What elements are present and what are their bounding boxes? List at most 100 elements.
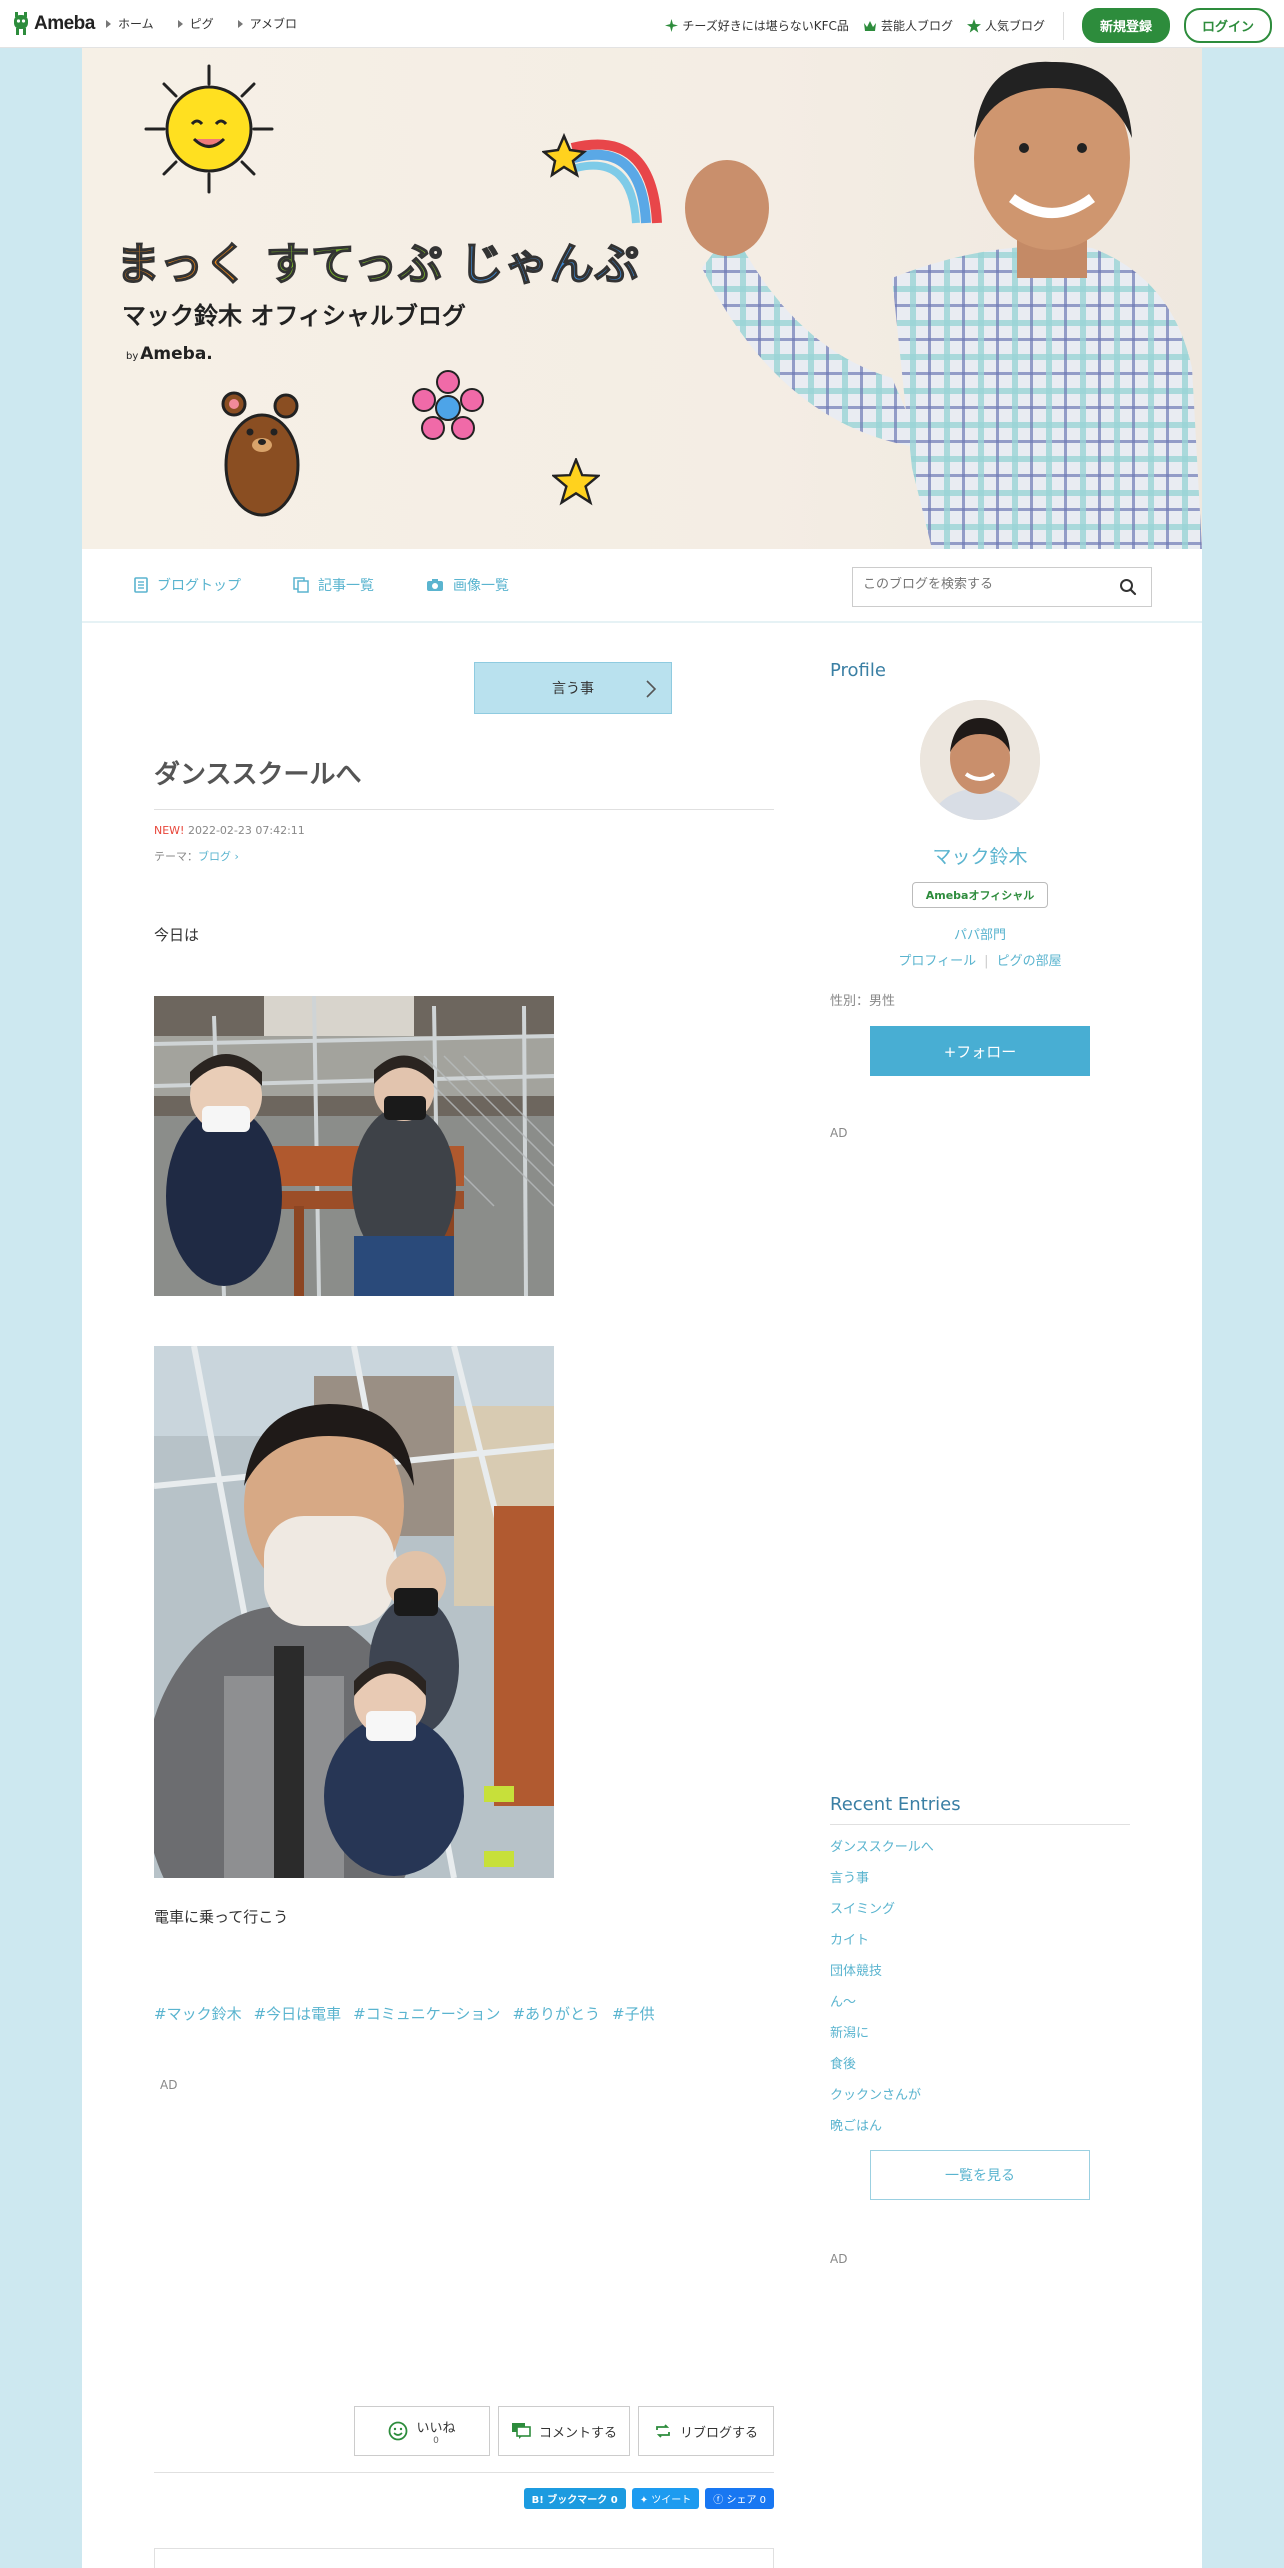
search-icon[interactable] [1119, 578, 1137, 596]
ameba-logo[interactable]: Ameba [12, 10, 95, 38]
ameba-mascot-icon [14, 12, 28, 35]
facebook-share-button[interactable]: ⓕ シェア 0 [705, 2488, 774, 2509]
banner-by: by [126, 351, 139, 362]
login-button[interactable]: ログイン [1183, 8, 1272, 43]
blog-top-link[interactable]: ブログトップ [134, 575, 241, 595]
image-list-label: 画像一覧 [453, 578, 509, 594]
flower-illustration [412, 370, 484, 440]
recent-entry-link[interactable]: ん〜 [830, 1993, 934, 2024]
article-theme: テーマ：ブログ › [154, 848, 239, 864]
hashtag-list: #マック鈴木 #今日は電車 #コミュニケーション #ありがとう #子供 [154, 2003, 655, 2024]
theme-nav-button[interactable]: 言う事 [474, 662, 672, 714]
smile-icon [389, 2421, 408, 2441]
ad-label: AD [160, 2078, 178, 2092]
profile-category-link[interactable]: パパ部門 [830, 924, 1130, 943]
banner-title-part2: すてっぷ [265, 238, 444, 291]
nav-home[interactable]: ホーム [106, 15, 154, 32]
hashtag-link[interactable]: #マック鈴木 [154, 2003, 242, 2024]
profile-gender: 性別：男性 [830, 994, 896, 1009]
tweet-button[interactable]: ✦ ツイート [631, 2488, 700, 2509]
banner-subtitle: マック鈴木 オフィシャルブログ [122, 302, 466, 330]
sun-illustration [144, 64, 274, 194]
shooting-star-illustration [542, 132, 662, 224]
crown-icon [863, 20, 876, 31]
banner-title-part1: まっく [115, 238, 250, 291]
copy-icon [293, 577, 309, 593]
triangle-right-icon [237, 19, 243, 28]
profile-link[interactable]: プロフィール [898, 954, 976, 969]
follow-button[interactable]: +フォロー [870, 1026, 1090, 1076]
nav-pig-label: ピグ [189, 17, 214, 31]
article-title[interactable]: ダンススクールへ [154, 754, 774, 810]
profile-avatar[interactable] [920, 700, 1040, 820]
like-button[interactable]: いいね 0 [354, 2406, 490, 2456]
tweet-label: ツイート [651, 2495, 692, 2506]
blog-banner[interactable]: まっく すてっぷ じゃんぷ マック鈴木 オフィシャルブログ by Ameba. [82, 48, 1202, 549]
chevron-right-icon [646, 680, 657, 698]
recent-entry-link[interactable]: 晩ごはん [830, 2117, 934, 2148]
facebook-icon: ⓕ [713, 2495, 727, 2506]
blog-search-input[interactable] [863, 577, 1103, 592]
author-photo [685, 61, 1202, 549]
link-separator: | [984, 954, 989, 969]
new-badge: NEW! [154, 824, 185, 837]
article-photo-2[interactable] [154, 1346, 554, 1878]
hatena-bookmark-button[interactable]: B! ブックマーク 0 [523, 2488, 626, 2509]
divider [154, 2472, 774, 2473]
signup-button[interactable]: 新規登録 [1081, 8, 1170, 43]
nav-home-label: ホーム [118, 17, 154, 31]
bear-illustration [221, 391, 300, 517]
recent-entries-list: ダンススクールへ 言う事 スイミング カイト 団体競技 ん〜 新潟に 食後 クッ… [830, 1838, 934, 2148]
reblog-button[interactable]: リブログする [638, 2406, 774, 2456]
reblog-label: リブログする [679, 2425, 758, 2441]
profile-heading: Profile [830, 660, 886, 681]
comment-box [154, 2548, 774, 2568]
theme-nav-label: 言う事 [552, 681, 594, 697]
entry-list-label: 記事一覧 [318, 578, 374, 594]
hashtag-link[interactable]: #子供 [612, 2003, 655, 2024]
image-list-link[interactable]: 画像一覧 [426, 575, 509, 595]
recent-entry-link[interactable]: ダンススクールへ [830, 1838, 934, 1869]
popular-blog-label: 人気ブログ [984, 19, 1045, 33]
recent-entry-link[interactable]: 食後 [830, 2055, 934, 2086]
article-meta: NEW! 2022-02-23 07:42:11 [154, 824, 305, 837]
blog-container: まっく すてっぷ じゃんぷ マック鈴木 オフィシャルブログ byAmeba. [82, 48, 1202, 2568]
logo-text: Ameba [34, 13, 95, 34]
banner-brand: Ameba. [140, 344, 213, 364]
celebrity-blog-link[interactable]: 芸能人ブログ [863, 17, 953, 34]
like-label: いいね [416, 2420, 456, 2436]
triangle-right-icon [177, 19, 183, 28]
header-right: チーズ好きには堪らないKFC品 芸能人ブログ 人気ブログ 新規登録 ログイン [665, 8, 1272, 43]
profile-name[interactable]: マック鈴木 [830, 842, 1130, 869]
recent-entry-link[interactable]: クックンさんが [830, 2086, 934, 2117]
comment-button[interactable]: コメントする [498, 2406, 630, 2456]
divider [830, 1824, 1130, 1825]
theme-value-link[interactable]: ブログ [198, 850, 231, 863]
article-text-2: 電車に乗って行こう [154, 1908, 289, 1926]
nav-pig[interactable]: ピグ [177, 15, 214, 32]
recent-entry-link[interactable]: 新潟に [830, 2024, 934, 2055]
pig-room-link[interactable]: ピグの部屋 [997, 954, 1062, 969]
header-divider [1062, 11, 1064, 40]
small-star-illustration [552, 458, 600, 506]
article-photo-1[interactable] [154, 996, 554, 1296]
hashtag-link[interactable]: #ありがとう [512, 2003, 600, 2024]
nav-ameblo[interactable]: アメブロ [237, 15, 297, 32]
promo-link-label: チーズ好きには堪らないKFC品 [682, 19, 849, 33]
celebrity-blog-label: 芸能人ブログ [880, 19, 953, 33]
facebook-share-label: シェア 0 [726, 2495, 766, 2506]
popular-blog-link[interactable]: 人気ブログ [966, 17, 1045, 34]
global-nav: ホーム ピグ アメブロ [106, 15, 297, 32]
official-badge: Amebaオフィシャル [912, 882, 1048, 908]
entry-list-link[interactable]: 記事一覧 [293, 575, 374, 595]
promo-link[interactable]: チーズ好きには堪らないKFC品 [665, 17, 849, 34]
recent-entry-link[interactable]: 言う事 [830, 1869, 934, 1900]
sidebar-ad-label: AD [830, 2252, 848, 2266]
recent-entry-link[interactable]: スイミング [830, 1900, 934, 1931]
hashtag-link[interactable]: #コミュニケーション [353, 2003, 500, 2024]
recent-entry-link[interactable]: 団体競技 [830, 1962, 934, 1993]
hashtag-link[interactable]: #今日は電車 [254, 2003, 342, 2024]
share-buttons: B! ブックマーク 0 ✦ ツイート ⓕ シェア 0 [523, 2488, 774, 2509]
see-all-button[interactable]: 一覧を見る [870, 2150, 1090, 2200]
recent-entry-link[interactable]: カイト [830, 1931, 934, 1962]
